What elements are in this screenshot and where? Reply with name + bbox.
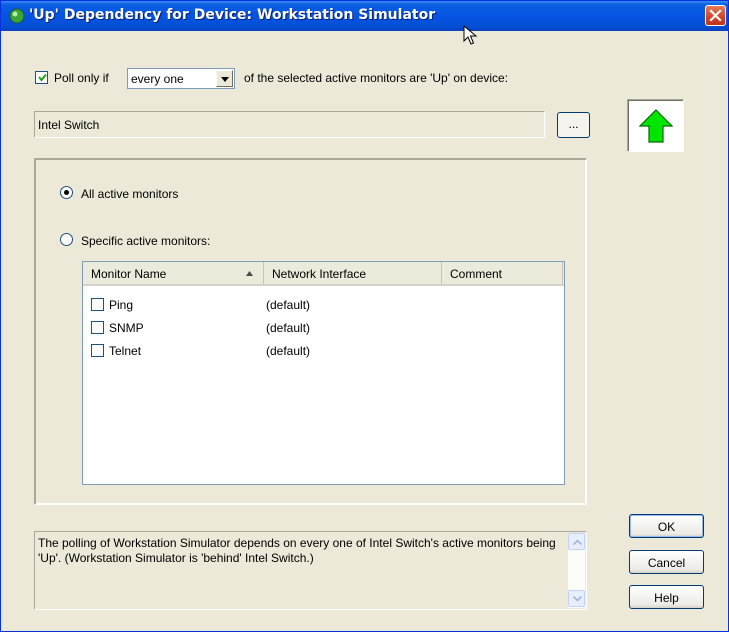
radio-selected-dot [64, 190, 69, 195]
poll-condition-select[interactable]: every one [127, 68, 235, 89]
cancel-button[interactable]: Cancel [629, 550, 704, 574]
browse-device-button[interactable]: ... [557, 112, 590, 138]
poll-only-checkbox[interactable] [35, 71, 48, 84]
all-monitors-label: All active monitors [81, 187, 179, 201]
monitor-name: Telnet [109, 344, 142, 358]
close-icon [709, 9, 722, 22]
monitor-interface: (default) [266, 321, 311, 335]
monitor-name: Ping [109, 298, 134, 312]
poll-condition-value: every one [131, 72, 184, 86]
monitor-list-header: Monitor Name Network Interface Comment [83, 262, 564, 286]
close-button[interactable] [705, 5, 726, 26]
specific-monitors-radio[interactable] [60, 233, 73, 246]
column-header-monitor-name[interactable]: Monitor Name [83, 262, 264, 284]
monitor-interface: (default) [266, 298, 311, 312]
monitor-row-snmp[interactable]: SNMP (default) [83, 318, 564, 340]
poll-condition-suffix: of the selected active monitors are 'Up'… [244, 71, 509, 85]
poll-only-label: Poll only if [54, 71, 109, 85]
window-title: 'Up' Dependency for Device: Workstation … [29, 7, 436, 23]
specific-monitors-label: Specific active monitors: [81, 234, 211, 248]
scroll-up-button[interactable] [568, 533, 585, 550]
all-monitors-radio[interactable] [60, 186, 73, 199]
checkmark-icon [38, 73, 47, 82]
monitor-checkbox-telnet[interactable] [91, 344, 104, 357]
poll-condition-dropdown-button[interactable] [216, 70, 233, 87]
device-name: Intel Switch [38, 118, 100, 132]
chevron-up-icon [573, 539, 582, 545]
chevron-down-icon [573, 596, 582, 602]
title-bar[interactable]: 'Up' Dependency for Device: Workstation … [1, 1, 728, 31]
monitor-checkbox-ping[interactable] [91, 298, 104, 311]
device-status-indicator [627, 99, 684, 152]
ok-button[interactable]: OK [629, 514, 704, 538]
column-header-comment[interactable]: Comment [442, 262, 563, 284]
monitor-name: SNMP [109, 321, 144, 335]
help-button[interactable]: Help [629, 585, 704, 609]
dependency-description: The polling of Workstation Simulator dep… [34, 531, 587, 610]
scroll-down-button[interactable] [568, 590, 585, 607]
description-text: The polling of Workstation Simulator dep… [38, 536, 556, 565]
monitor-list[interactable]: Monitor Name Network Interface Comment P… [82, 261, 565, 485]
green-up-arrow-icon [639, 109, 673, 143]
monitor-interface: (default) [266, 344, 311, 358]
description-scrollbar[interactable] [568, 533, 585, 608]
green-globe-icon [9, 8, 25, 24]
monitor-row-telnet[interactable]: Telnet (default) [83, 341, 564, 363]
chevron-down-icon [221, 77, 229, 82]
dependency-dialog: 'Up' Dependency for Device: Workstation … [0, 0, 729, 632]
monitor-checkbox-snmp[interactable] [91, 321, 104, 334]
mouse-pointer-icon [463, 25, 478, 45]
device-field: Intel Switch [34, 111, 545, 138]
column-header-network-interface[interactable]: Network Interface [264, 262, 442, 284]
sort-ascending-icon [246, 271, 253, 276]
monitor-row-ping[interactable]: Ping (default) [83, 295, 564, 317]
